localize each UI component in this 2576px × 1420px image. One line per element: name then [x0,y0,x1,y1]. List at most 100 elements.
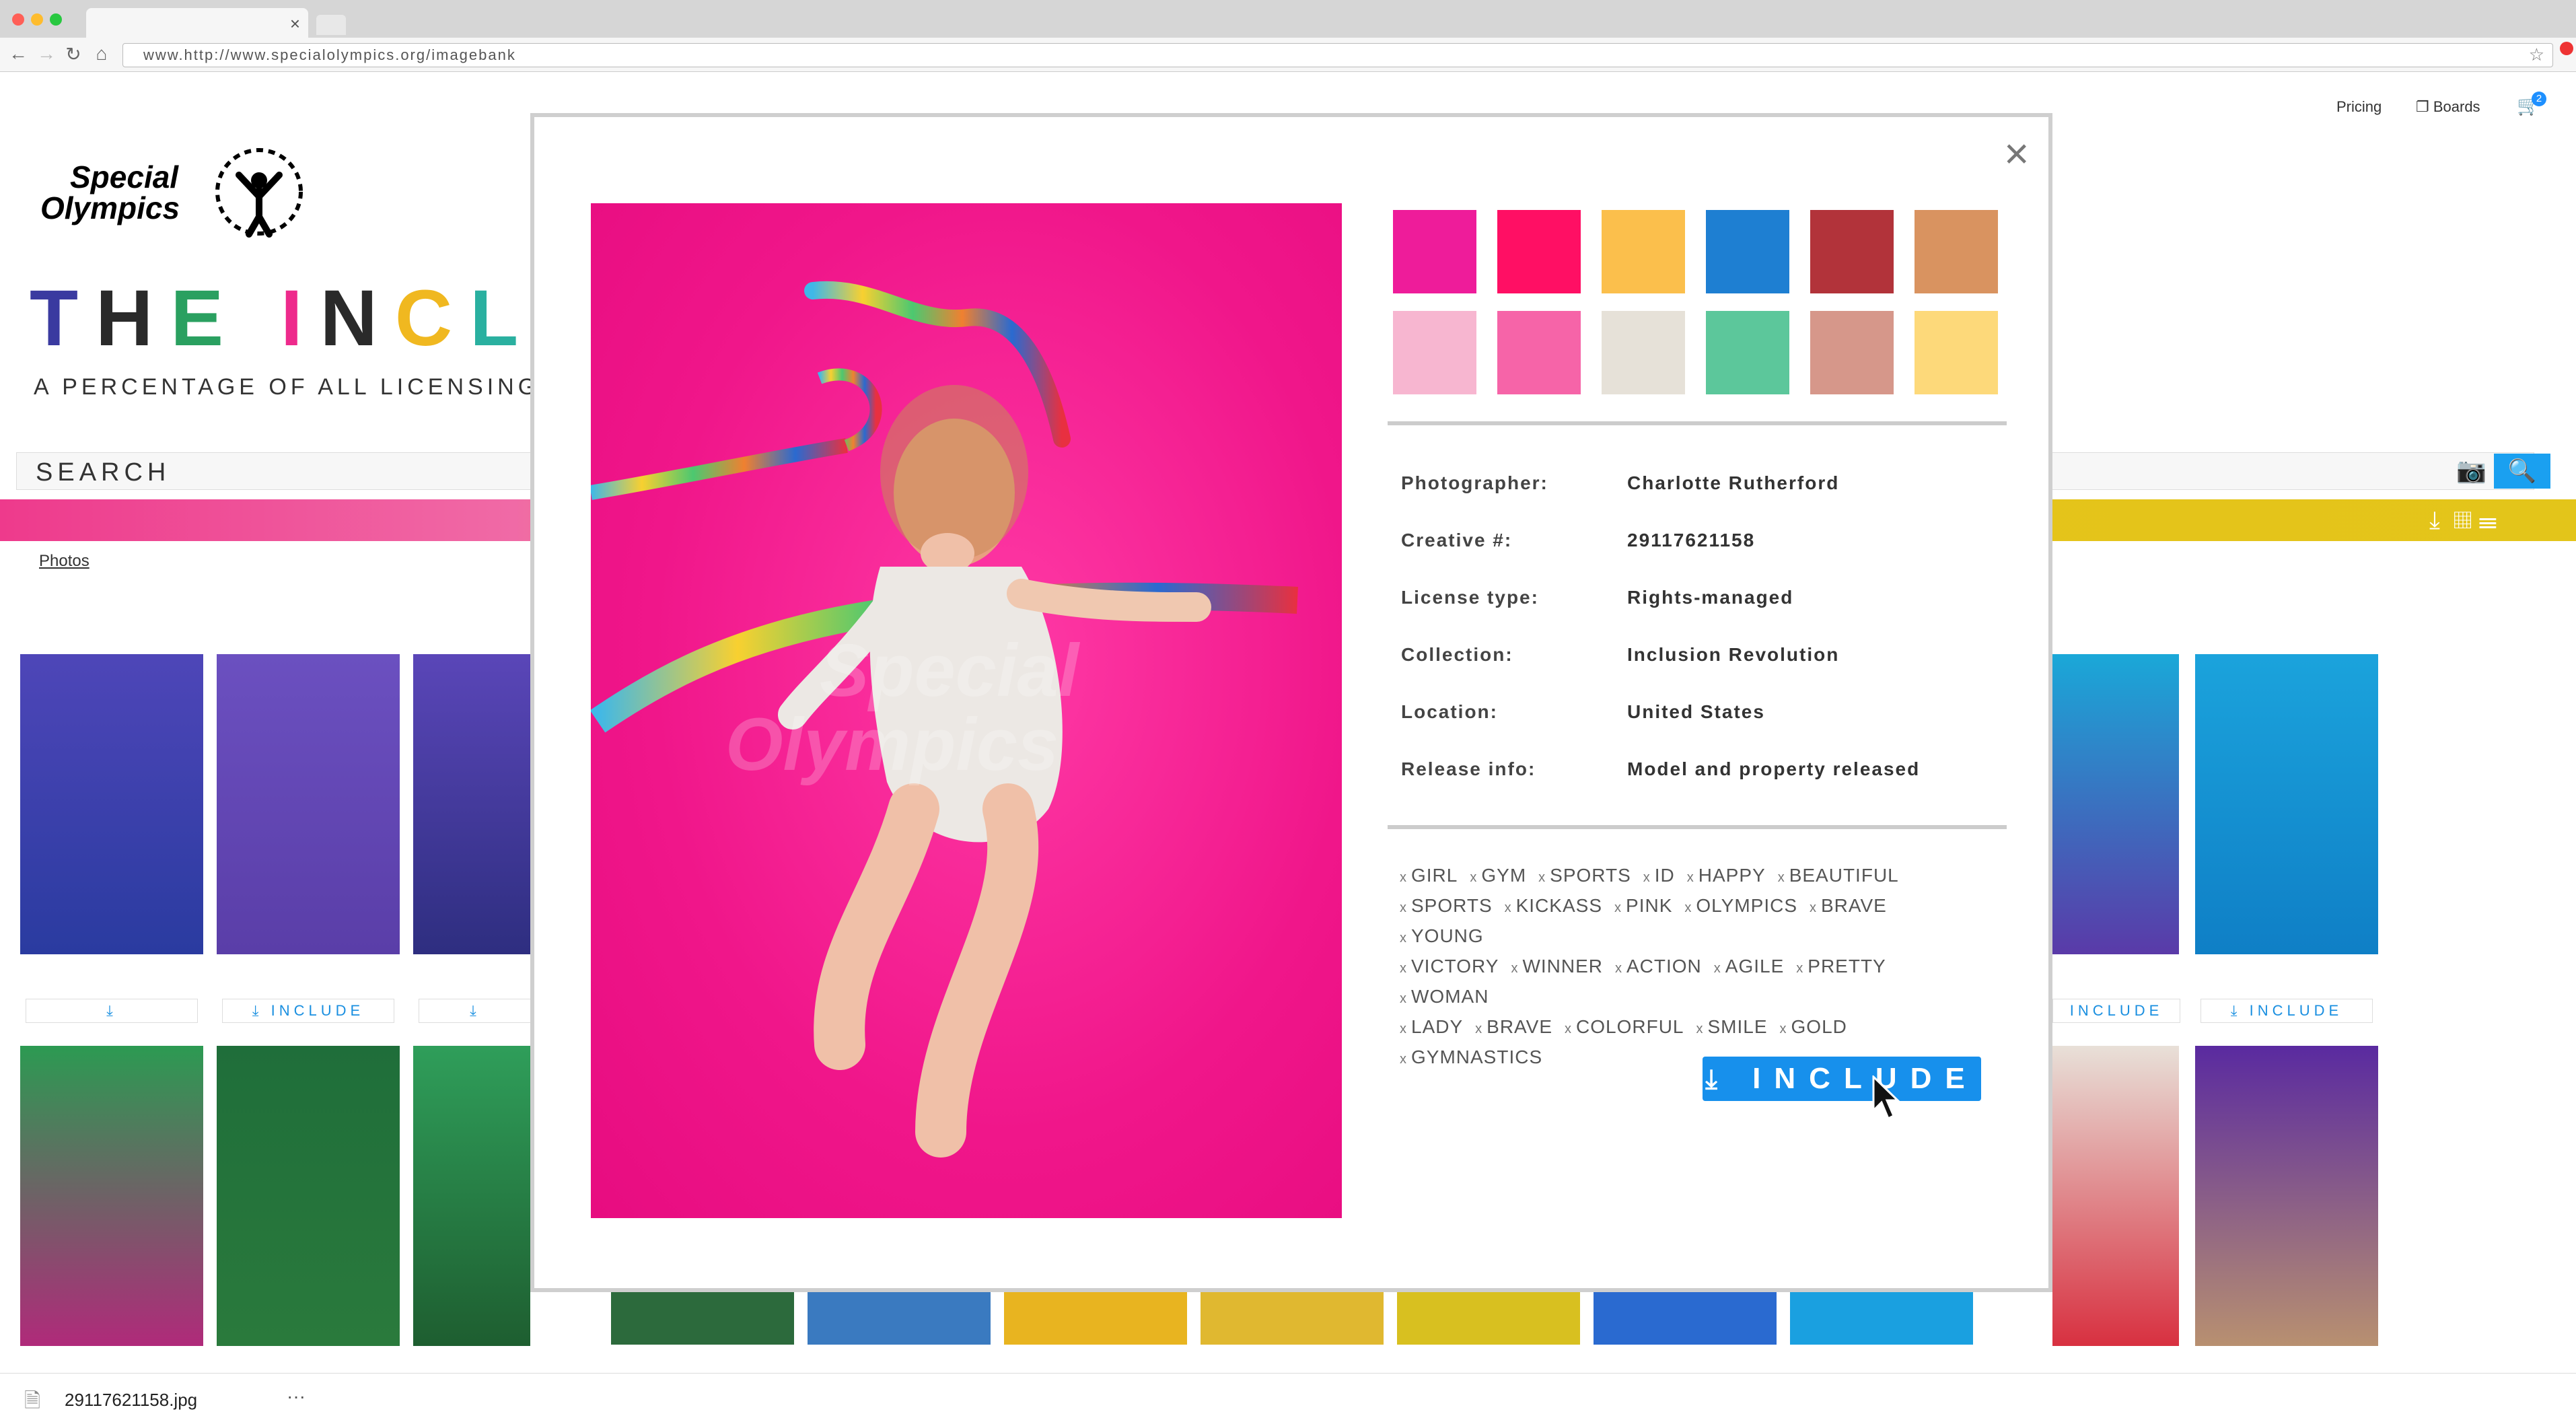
remove-tag-icon[interactable]: x [1810,900,1817,915]
search-button[interactable]: 🔍 [2494,454,2550,489]
remove-tag-icon[interactable]: x [1400,1022,1407,1036]
keyword-tag[interactable]: x WOMAN [1400,983,1489,1013]
photo-thumbnail[interactable] [2052,654,2179,954]
color-swatch[interactable] [1602,210,1685,293]
tab-close-icon[interactable]: × [290,13,300,34]
keyword-tag[interactable]: x COLORFUL [1565,1013,1684,1043]
new-tab-button[interactable] [316,15,346,35]
photo-thumbnail[interactable] [217,1046,400,1346]
view-toggle-icons[interactable]: ⤓ ▦ ☰ [2429,506,2497,535]
remove-tag-icon[interactable]: x [1565,1022,1572,1036]
keyword-tag[interactable]: x LADY [1400,1013,1463,1043]
keyword-tag[interactable]: x AGILE [1714,952,1784,983]
close-icon[interactable]: × [2004,132,2029,175]
remove-tag-icon[interactable]: x [1505,900,1512,915]
home-icon[interactable]: ⌂ [90,43,113,65]
logo-wordmark[interactable]: Special Olympics [40,162,180,223]
photo-thumbnail[interactable] [20,1046,203,1346]
keyword-tag[interactable]: x ID [1643,861,1675,892]
remove-tag-icon[interactable]: x [1400,1052,1407,1067]
color-swatch[interactable] [1915,311,1998,394]
keyword-tag[interactable]: x VICTORY [1400,952,1499,983]
remove-tag-icon[interactable]: x [1400,991,1407,1006]
remove-tag-icon[interactable]: x [1614,900,1622,915]
include-button[interactable]: ⤓ INCLUDE [2201,999,2373,1023]
pricing-link[interactable]: Pricing [2336,98,2382,116]
remove-tag-icon[interactable]: x [1615,961,1622,976]
remove-tag-icon[interactable]: x [1778,870,1785,885]
photo-thumbnail[interactable] [808,1292,991,1345]
color-swatch[interactable] [1810,311,1894,394]
photo-thumbnail[interactable] [413,1046,530,1346]
remove-tag-icon[interactable]: x [1687,870,1694,885]
color-swatch[interactable] [1393,311,1476,394]
photo-thumbnail[interactable] [1201,1292,1384,1345]
keyword-tag[interactable]: x GYM [1470,861,1526,892]
photo-thumbnail[interactable] [2052,1046,2179,1346]
remove-tag-icon[interactable]: x [1780,1022,1787,1036]
keyword-tag[interactable]: x BRAVE [1475,1013,1552,1043]
color-swatch[interactable] [1810,210,1894,293]
keyword-tag[interactable]: x SMILE [1696,1013,1767,1043]
keyword-tag[interactable]: x GYMNASTICS [1400,1043,1542,1073]
remove-tag-icon[interactable]: x [1714,961,1721,976]
browser-tab[interactable]: × [86,8,308,38]
bookmark-star-icon[interactable]: ☆ [2529,44,2544,65]
remove-tag-icon[interactable]: x [1684,900,1692,915]
keyword-tag[interactable]: x ACTION [1615,952,1702,983]
minimize-window-button[interactable] [31,13,43,26]
remove-tag-icon[interactable]: x [1475,1022,1482,1036]
keyword-tag[interactable]: x GOLD [1780,1013,1847,1043]
color-swatch[interactable] [1497,311,1581,394]
back-icon[interactable]: ← [7,43,30,65]
photo-thumbnail[interactable] [1004,1292,1187,1345]
remove-tag-icon[interactable]: x [1400,870,1407,885]
include-download-button[interactable]: ⤓ INCLUDE [1703,1057,1981,1101]
download-filename[interactable]: 29117621158.jpg [65,1390,197,1411]
color-swatch[interactable] [1497,210,1581,293]
color-swatch[interactable] [1706,210,1789,293]
download-button[interactable]: ⤓ [26,999,198,1023]
keyword-tag[interactable]: x OLYMPICS [1684,892,1797,922]
color-swatch[interactable] [1706,311,1789,394]
photo-thumbnail[interactable] [611,1292,794,1345]
photo-thumbnail[interactable] [1397,1292,1580,1345]
keyword-tag[interactable]: x PRETTY [1796,952,1886,983]
keyword-tag[interactable]: x KICKASS [1505,892,1602,922]
address-bar[interactable]: www.http://www.specialolympics.org/image… [122,43,2553,67]
color-swatch[interactable] [1602,311,1685,394]
remove-tag-icon[interactable]: x [1643,870,1651,885]
photo-thumbnail[interactable] [413,654,530,954]
color-swatch[interactable] [1915,210,1998,293]
forward-icon[interactable]: → [35,43,58,65]
keyword-tag[interactable]: x GIRL [1400,861,1458,892]
include-button[interactable]: ⤓ INCLUDE [222,999,394,1023]
keyword-tag[interactable]: x WINNER [1511,952,1603,983]
maximize-window-button[interactable] [50,13,62,26]
keyword-tag[interactable]: x YOUNG [1400,922,1484,952]
extension-icon[interactable] [2560,42,2573,55]
keyword-tag[interactable]: x SPORTS [1400,892,1493,922]
photo-thumbnail[interactable] [2195,654,2378,954]
remove-tag-icon[interactable]: x [1796,961,1803,976]
photo-thumbnail[interactable] [2195,1046,2378,1346]
photo-thumbnail[interactable] [217,654,400,954]
color-swatch[interactable] [1393,210,1476,293]
remove-tag-icon[interactable]: x [1400,931,1407,946]
photo-thumbnail[interactable] [20,654,203,954]
remove-tag-icon[interactable]: x [1696,1022,1703,1036]
keyword-tag[interactable]: x PINK [1614,892,1672,922]
reload-icon[interactable]: ↻ [62,43,85,65]
camera-icon[interactable]: 📷 [2456,456,2486,485]
tab-photos[interactable]: Photos [39,552,90,571]
keyword-tag[interactable]: x SPORTS [1538,861,1631,892]
keyword-tag[interactable]: x BRAVE [1810,892,1887,922]
photo-thumbnail[interactable] [1594,1292,1777,1345]
remove-tag-icon[interactable]: x [1400,900,1407,915]
remove-tag-icon[interactable]: x [1470,870,1477,885]
close-window-button[interactable] [12,13,24,26]
include-button[interactable]: ⤓ INCLUDE [419,999,532,1023]
remove-tag-icon[interactable]: x [1511,961,1518,976]
boards-link[interactable]: ❐ Boards [2416,98,2480,116]
remove-tag-icon[interactable]: x [1538,870,1546,885]
